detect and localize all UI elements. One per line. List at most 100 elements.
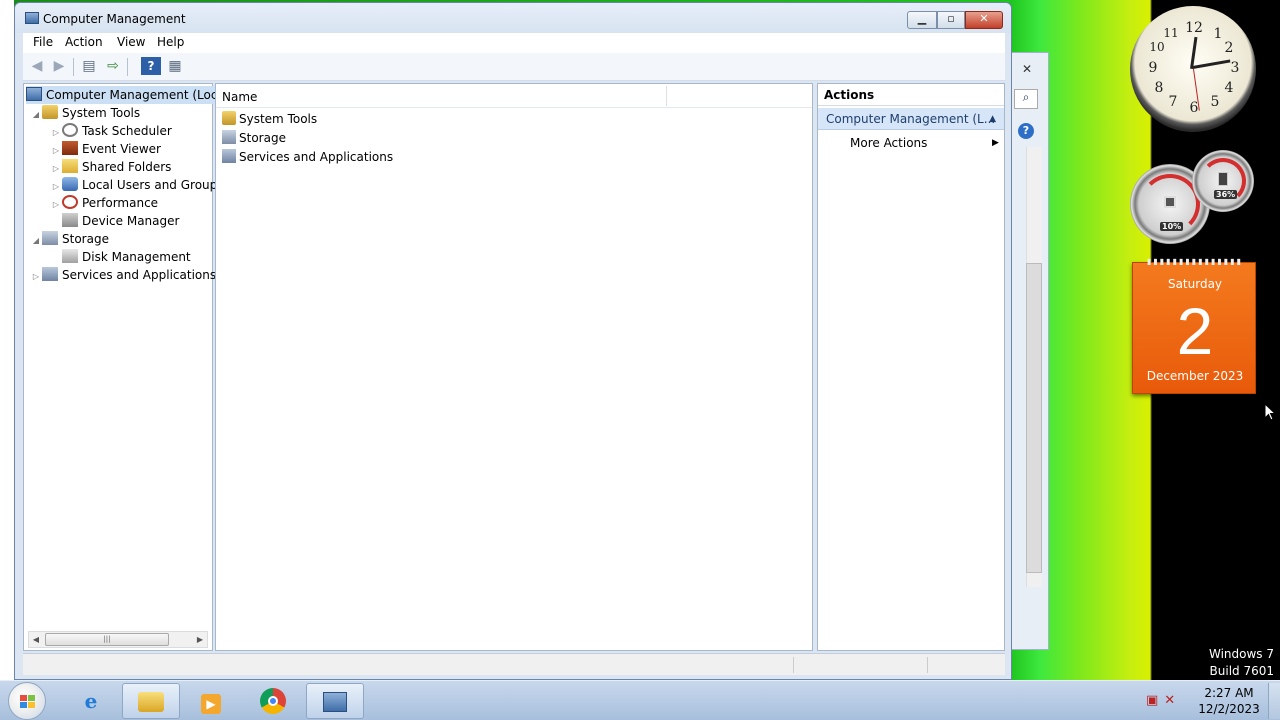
clock-number: 9 xyxy=(1148,60,1158,76)
tree-item-storage[interactable]: ◢ Storage xyxy=(30,230,109,248)
scroll-left-icon[interactable]: ◀ xyxy=(29,633,43,647)
users-icon xyxy=(62,177,78,191)
back-arrow-icon[interactable]: ◀ xyxy=(27,57,47,75)
tray-time: 2:27 AM xyxy=(1204,686,1254,700)
list-header: Name xyxy=(216,84,812,108)
chrome-button[interactable] xyxy=(244,683,302,719)
clock-number: 2 xyxy=(1224,40,1234,56)
menu-view[interactable]: View xyxy=(117,35,145,49)
disk-management-icon xyxy=(62,249,78,263)
list-item[interactable]: Storage xyxy=(222,129,286,147)
collapse-up-icon[interactable]: ▲ xyxy=(989,108,996,130)
tree-item-label: Shared Folders xyxy=(82,160,172,174)
menu-action[interactable]: Action xyxy=(65,35,103,49)
background-window[interactable]: ✕ ⌕ ? xyxy=(1012,52,1049,650)
shared-folder-icon xyxy=(62,159,78,173)
export-list-icon[interactable]: ⇨ xyxy=(103,57,123,75)
tree-item-system-tools[interactable]: ◢ System Tools xyxy=(30,104,140,122)
clock-number: 11 xyxy=(1163,26,1179,40)
minimize-button[interactable]: ▁ xyxy=(907,11,937,29)
column-divider[interactable] xyxy=(666,86,667,106)
show-hide-tree-icon[interactable]: ▤ xyxy=(79,57,99,75)
calendar-day: Saturday xyxy=(1167,277,1223,291)
windows-build-watermark: Windows 7 Build 7601 xyxy=(1209,646,1274,680)
tree-item-disk-management[interactable]: Disk Management xyxy=(62,248,191,266)
clock-icon xyxy=(62,123,78,137)
memory-chip-icon xyxy=(1218,172,1228,186)
mouse-cursor-icon xyxy=(1264,403,1276,421)
tree-item-label: Computer Management (Local xyxy=(46,88,229,102)
menu-file[interactable]: File xyxy=(33,35,53,49)
tree-item-label: Device Manager xyxy=(82,214,180,228)
clock-number: 7 xyxy=(1168,94,1178,110)
tree-item-local-users-groups[interactable]: ▷ Local Users and Groups xyxy=(50,176,224,194)
maximize-button[interactable]: ▫ xyxy=(937,11,965,29)
more-actions-item[interactable]: More Actions xyxy=(850,134,927,152)
volume-muted-icon[interactable]: ✕ xyxy=(1164,693,1181,708)
device-manager-icon xyxy=(62,213,78,227)
scroll-thumb[interactable]: ||| xyxy=(45,633,169,646)
actions-section-header[interactable]: Computer Management (L... ▲ xyxy=(818,108,1004,130)
background-window-help-icon[interactable]: ? xyxy=(1018,123,1034,139)
calendar-date: 2 xyxy=(1176,294,1214,368)
watermark-build: Build 7601 xyxy=(1209,664,1274,678)
results-pane[interactable]: Name System Tools Storage Services and A… xyxy=(215,83,813,651)
media-player-icon: ▶ xyxy=(201,694,221,714)
windows-logo-icon xyxy=(20,695,35,708)
tree-item-device-manager[interactable]: Device Manager xyxy=(62,212,179,230)
background-window-search-icon[interactable]: ⌕ xyxy=(1014,89,1038,109)
column-header-name[interactable]: Name xyxy=(222,90,257,104)
cpu-meter-gadget[interactable]: 10% 36% xyxy=(1130,150,1256,244)
desktop-edge xyxy=(0,0,14,680)
show-hide-action-pane-icon[interactable]: ▦ xyxy=(165,57,185,75)
clock-number: 10 xyxy=(1149,40,1165,54)
expand-arrow-icon[interactable]: ▷ xyxy=(50,196,62,214)
computer-management-icon xyxy=(26,87,42,101)
list-item-label: Storage xyxy=(239,131,286,145)
tree-item-root[interactable]: Computer Management (Local xyxy=(26,86,231,104)
actions-title: Actions xyxy=(818,84,1004,106)
clock-number: 12 xyxy=(1185,20,1203,36)
clock-minute-hand xyxy=(1192,59,1231,69)
calendar-gadget[interactable]: ▮▮▮▮▮▮▮▮▮▮▮▮▮▮▮ Saturday 2 December 2023 xyxy=(1132,257,1256,394)
forward-arrow-icon[interactable]: ▶ xyxy=(49,57,69,75)
show-desktop-button[interactable] xyxy=(1268,683,1280,719)
actions-section-label: Computer Management (L... xyxy=(826,112,996,126)
windows-explorer-button[interactable] xyxy=(122,683,180,719)
tree-item-task-scheduler[interactable]: ▷ Task Scheduler xyxy=(50,122,172,140)
menu-help[interactable]: Help xyxy=(157,35,184,49)
tree-horizontal-scrollbar[interactable]: ◀ ||| ▶ xyxy=(28,631,208,648)
close-button[interactable]: ✕ xyxy=(965,11,1003,29)
console-tree[interactable]: Computer Management (Local ◢ System Tools… xyxy=(23,83,231,651)
list-item[interactable]: Services and Applications xyxy=(222,148,393,166)
expand-arrow-icon[interactable]: ▷ xyxy=(30,268,42,286)
toolbar: ◀ ▶ ▤ ⇨ ? ▦ xyxy=(23,53,1005,81)
memory-gauge: 36% xyxy=(1192,150,1254,212)
collapse-arrow-icon[interactable]: ◢ xyxy=(30,232,42,250)
help-icon[interactable]: ? xyxy=(141,57,161,75)
list-item-label: System Tools xyxy=(239,112,318,126)
status-bar xyxy=(23,653,1005,675)
clock-number: 6 xyxy=(1189,100,1199,116)
submenu-arrow-icon[interactable]: ▶ xyxy=(992,134,999,152)
background-window-scroll-thumb[interactable] xyxy=(1026,263,1042,573)
tree-item-label: Storage xyxy=(62,232,109,246)
media-player-button[interactable]: ▶ xyxy=(182,683,240,719)
internet-explorer-button[interactable]: e xyxy=(62,683,120,719)
tree-item-performance[interactable]: ▷ Performance xyxy=(50,194,158,212)
tree-item-services-apps[interactable]: ▷ Services and Applications xyxy=(30,266,216,284)
computer-management-taskbar-button[interactable] xyxy=(306,683,364,719)
collapse-arrow-icon[interactable]: ◢ xyxy=(30,106,42,124)
tray-clock[interactable]: 2:27 AM 12/2/2023 xyxy=(1190,685,1268,717)
window-title: Computer Management xyxy=(43,12,186,26)
title-bar[interactable]: Computer Management ▁ ▫ ✕ xyxy=(15,3,1011,33)
clock-gadget[interactable]: 12 1 2 3 4 5 6 7 8 9 10 11 xyxy=(1130,6,1256,132)
tree-item-event-viewer[interactable]: ▷ Event Viewer xyxy=(50,140,161,158)
start-button[interactable] xyxy=(8,682,46,720)
background-window-close-icon[interactable]: ✕ xyxy=(1016,61,1038,77)
list-item-label: Services and Applications xyxy=(239,150,394,164)
tree-item-shared-folders[interactable]: ▷ Shared Folders xyxy=(50,158,171,176)
scroll-right-icon[interactable]: ▶ xyxy=(193,633,207,647)
list-item[interactable]: System Tools xyxy=(222,110,317,128)
network-icon[interactable]: ▣ xyxy=(1146,693,1164,708)
